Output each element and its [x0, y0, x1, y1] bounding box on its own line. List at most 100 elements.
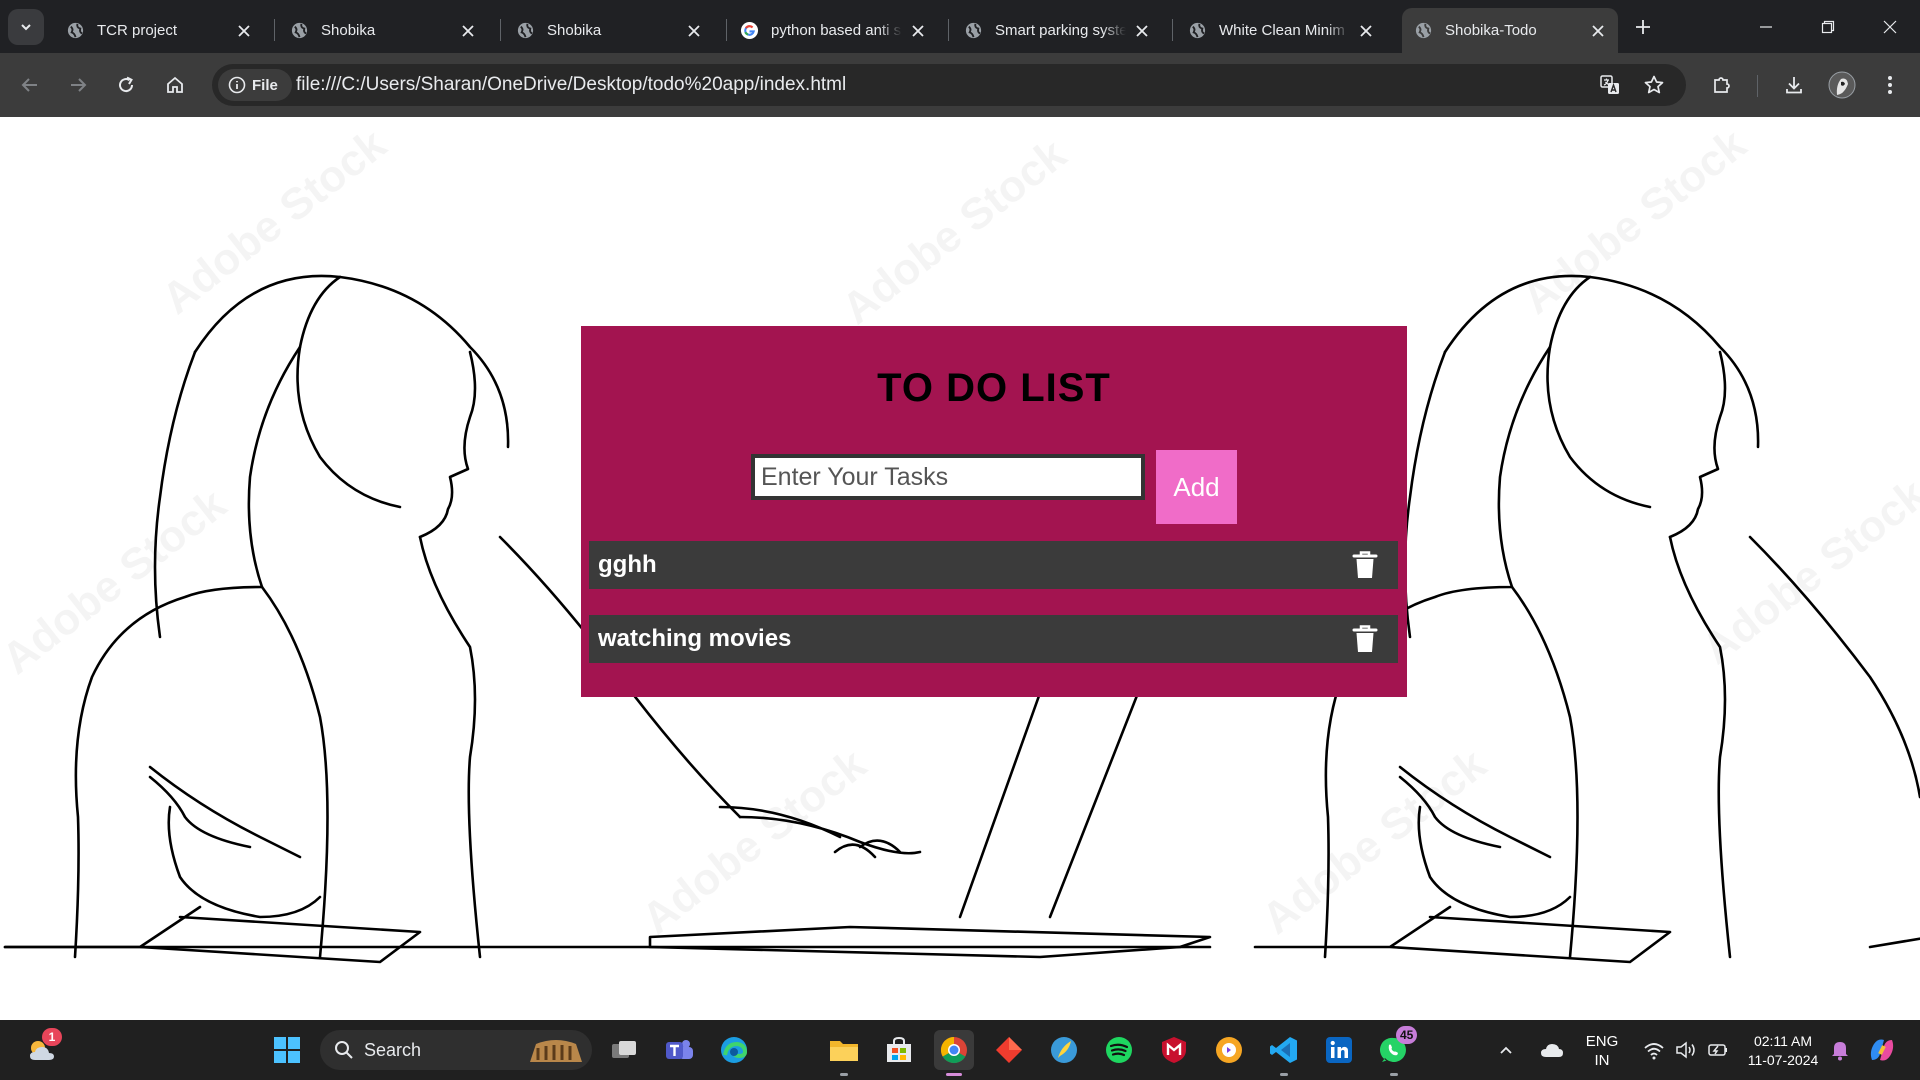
- trash-icon[interactable]: [1348, 548, 1382, 582]
- task-item[interactable]: watching movies: [589, 615, 1398, 663]
- task-view-button[interactable]: [604, 1030, 644, 1070]
- search-highlight-icon: [530, 1040, 582, 1062]
- vscode-app[interactable]: [1264, 1030, 1304, 1076]
- tab-title: Shobika-Todo: [1445, 22, 1537, 39]
- clock[interactable]: 02:11 AM 11-07-2024: [1740, 1032, 1826, 1070]
- address-bar[interactable]: File file:///C:/Users/Sharan/OneDrive/De…: [212, 64, 1686, 106]
- minimize-button[interactable]: [1736, 0, 1796, 53]
- spotify-icon: [1106, 1037, 1132, 1063]
- brave-icon: [1216, 1037, 1242, 1063]
- close-icon[interactable]: [234, 21, 254, 41]
- input-language-indicator[interactable]: ENG IN: [1580, 1032, 1624, 1070]
- git-app[interactable]: [989, 1030, 1029, 1070]
- new-tab-button[interactable]: [1628, 12, 1658, 42]
- edge-app[interactable]: [714, 1030, 754, 1070]
- close-icon[interactable]: [1356, 21, 1376, 41]
- file-explorer-app[interactable]: [824, 1030, 864, 1076]
- copilot-button[interactable]: [1862, 1030, 1902, 1070]
- spotify-app[interactable]: [1099, 1030, 1139, 1070]
- toolbar-divider: [1757, 75, 1758, 97]
- globe-icon: [66, 21, 85, 40]
- linkedin-app[interactable]: [1319, 1030, 1359, 1070]
- browser-menu-button[interactable]: [1872, 67, 1908, 103]
- browser-tab-5[interactable]: White Clean Minim: [1176, 8, 1386, 53]
- globe-icon: [964, 21, 983, 40]
- search-icon: [334, 1040, 354, 1060]
- todo-title: TO DO LIST: [877, 366, 1111, 410]
- browser-tab-1[interactable]: Shobika: [278, 8, 488, 53]
- forward-button[interactable]: [60, 67, 96, 103]
- taskbar-search[interactable]: Search: [320, 1030, 592, 1070]
- notifications-button[interactable]: [1826, 1030, 1854, 1070]
- extensions-button[interactable]: [1704, 67, 1740, 103]
- url-text[interactable]: file:///C:/Users/Sharan/OneDrive/Desktop…: [296, 74, 846, 96]
- task-text: gghh: [598, 551, 657, 578]
- translate-icon[interactable]: [1598, 73, 1622, 97]
- tab-search-button[interactable]: [8, 9, 44, 45]
- weather-widget[interactable]: 1: [22, 1028, 62, 1070]
- tab-title: python based anti s: [771, 22, 902, 39]
- weather-badge: 1: [42, 1028, 62, 1046]
- close-icon[interactable]: [908, 21, 928, 41]
- windows-taskbar: 1 Search 45 ENG IN 02:11 AM 11-07-2024: [0, 1020, 1920, 1080]
- reload-button[interactable]: [108, 67, 144, 103]
- back-button[interactable]: [12, 67, 48, 103]
- tab-separator: [948, 19, 949, 41]
- tab-title: TCR project: [97, 22, 178, 39]
- teams-app[interactable]: [659, 1030, 699, 1070]
- show-hidden-icons-button[interactable]: [1492, 1030, 1520, 1070]
- vscode-icon: [1270, 1037, 1297, 1063]
- mcafee-app[interactable]: [1154, 1030, 1194, 1070]
- tab-title: Smart parking syste: [995, 22, 1126, 39]
- browser-app[interactable]: [1209, 1030, 1249, 1070]
- browser-tab-2[interactable]: Shobika: [504, 8, 714, 53]
- close-icon: [1883, 20, 1897, 33]
- task-item[interactable]: gghh: [589, 541, 1398, 589]
- microsoft-store-app[interactable]: [879, 1030, 919, 1070]
- task-input[interactable]: [751, 454, 1145, 500]
- home-button[interactable]: [157, 67, 193, 103]
- wifi-icon: [1644, 1043, 1664, 1060]
- arrow-right-icon: [71, 78, 87, 92]
- close-icon[interactable]: [1132, 21, 1152, 41]
- onedrive-tray[interactable]: [1534, 1030, 1570, 1070]
- python-idle-app[interactable]: [1044, 1030, 1084, 1070]
- battery-charging-icon: [1708, 1044, 1727, 1056]
- puzzle-icon: [1714, 77, 1730, 93]
- close-icon[interactable]: [1588, 21, 1608, 41]
- browser-tab-0[interactable]: TCR project: [54, 8, 264, 53]
- volume-icon: [1676, 1041, 1695, 1059]
- cloud-icon: [1541, 1044, 1563, 1057]
- bell-icon: [1832, 1042, 1848, 1061]
- profile-avatar[interactable]: [1824, 67, 1860, 103]
- restore-button[interactable]: [1798, 0, 1858, 53]
- minimize-icon: [1760, 25, 1772, 28]
- globe-icon: [1188, 21, 1207, 40]
- chevron-up-icon: [1500, 1046, 1512, 1054]
- start-button[interactable]: [267, 1030, 307, 1070]
- downloads-button[interactable]: [1776, 67, 1812, 103]
- close-icon[interactable]: [458, 21, 478, 41]
- whatsapp-app[interactable]: 45: [1374, 1026, 1418, 1076]
- browser-tab-4[interactable]: Smart parking syste: [952, 8, 1162, 53]
- tab-title: Shobika: [321, 22, 376, 39]
- browser-tab-6-active[interactable]: Shobika-Todo: [1402, 8, 1618, 53]
- tab-separator: [274, 19, 275, 41]
- todo-card: TO DO LIST Add gghh watching movies: [581, 326, 1407, 697]
- tab-separator: [1172, 19, 1173, 41]
- region-code: IN: [1594, 1052, 1610, 1069]
- task-text: watching movies: [598, 625, 792, 652]
- info-icon: [228, 76, 246, 94]
- globe-icon: [1414, 21, 1433, 40]
- close-icon[interactable]: [684, 21, 704, 41]
- chrome-app[interactable]: [934, 1030, 974, 1076]
- add-task-button[interactable]: Add: [1156, 450, 1237, 524]
- trash-icon[interactable]: [1348, 622, 1382, 656]
- more-vertical-icon: [1888, 76, 1892, 94]
- clock-date: 11-07-2024: [1747, 1052, 1819, 1068]
- site-info-chip[interactable]: File: [218, 69, 292, 101]
- quick-settings-tray[interactable]: [1634, 1030, 1738, 1070]
- bookmark-star-icon[interactable]: [1642, 73, 1666, 97]
- close-window-button[interactable]: [1860, 0, 1920, 53]
- browser-tab-3[interactable]: python based anti s: [728, 8, 938, 53]
